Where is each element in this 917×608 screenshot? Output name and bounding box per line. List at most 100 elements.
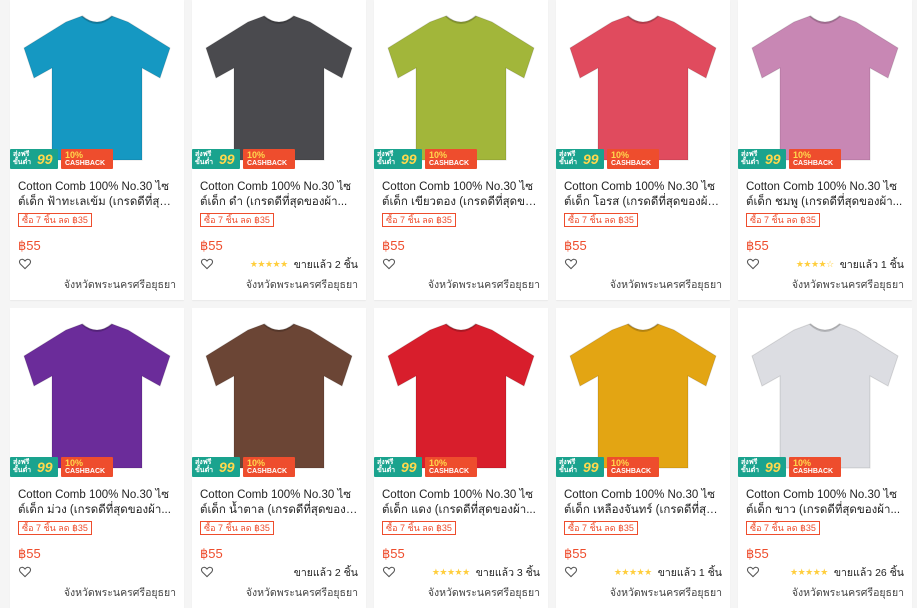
product-image[interactable]: ส่งฟรี ขั้นต่ำ 99 10% CASHBACK	[738, 0, 912, 174]
promo-badges: ส่งฟรี ขั้นต่ำ 99 10% CASHBACK	[556, 456, 659, 478]
promo-badges: ส่งฟรี ขั้นต่ำ 99 10% CASHBACK	[738, 148, 841, 170]
seller-location: จังหวัดพระนครศรีอยุธยา	[245, 279, 358, 291]
heart-outline-icon[interactable]	[200, 565, 214, 579]
product-price: ฿55	[18, 546, 41, 561]
seller-location: จังหวัดพระนครศรีอยุธยา	[791, 587, 904, 599]
rating-stars: ★★★★★	[249, 258, 288, 269]
heart-outline-icon[interactable]	[18, 565, 32, 579]
seller-location: จังหวัดพระนครศรีอยุธยา	[427, 279, 540, 291]
cashback-badge: 10% CASHBACK	[789, 149, 841, 169]
promo-badges: ส่งฟรี ขั้นต่ำ 99 10% CASHBACK	[738, 456, 841, 478]
product-card[interactable]: ส่งฟรี ขั้นต่ำ 99 10% CASHBACK Cotton Co…	[374, 0, 548, 300]
bundle-discount-tag: ซื้อ 7 ชิ้น ลด ฿35	[18, 213, 92, 227]
free-shipping-badge: ส่งฟรี ขั้นต่ำ 99	[738, 149, 786, 169]
tshirt-body	[387, 323, 535, 469]
free-shipping-badge: ส่งฟรี ขั้นต่ำ 99	[556, 457, 604, 477]
tshirt-body	[205, 323, 353, 469]
product-price: ฿55	[746, 238, 769, 253]
product-title[interactable]: Cotton Comb 100% No.30 ไซต์เด็ก ฟ้าทะเลเ…	[18, 180, 176, 210]
product-title[interactable]: Cotton Comb 100% No.30 ไซต์เด็ก ดำ (เกรด…	[200, 180, 358, 210]
product-image[interactable]: ส่งฟรี ขั้นต่ำ 99 10% CASHBACK	[10, 308, 184, 482]
product-card[interactable]: ส่งฟรี ขั้นต่ำ 99 10% CASHBACK Cotton Co…	[556, 0, 730, 300]
product-price: ฿55	[18, 238, 41, 253]
heart-outline-icon[interactable]	[382, 257, 396, 271]
product-price: ฿55	[564, 238, 587, 253]
product-image[interactable]: ส่งฟรี ขั้นต่ำ 99 10% CASHBACK	[10, 0, 184, 174]
promo-badges: ส่งฟรี ขั้นต่ำ 99 10% CASHBACK	[556, 148, 659, 170]
sold-count: ขายแล้ว 3 ชิ้น	[475, 566, 540, 579]
seller-location: จังหวัดพระนครศรีอยุธยา	[427, 587, 540, 599]
cashback-badge: 10% CASHBACK	[607, 149, 659, 169]
cashback-badge: 10% CASHBACK	[243, 457, 295, 477]
product-card[interactable]: ส่งฟรี ขั้นต่ำ 99 10% CASHBACK Cotton Co…	[192, 308, 366, 608]
product-card[interactable]: ส่งฟรี ขั้นต่ำ 99 10% CASHBACK Cotton Co…	[10, 0, 184, 300]
product-image[interactable]: ส่งฟรี ขั้นต่ำ 99 10% CASHBACK	[556, 308, 730, 482]
product-image[interactable]: ส่งฟรี ขั้นต่ำ 99 10% CASHBACK	[374, 0, 548, 174]
product-image[interactable]: ส่งฟรี ขั้นต่ำ 99 10% CASHBACK	[192, 308, 366, 482]
seller-location: จังหวัดพระนครศรีอยุธยา	[63, 587, 176, 599]
product-grid: ส่งฟรี ขั้นต่ำ 99 10% CASHBACK Cotton Co…	[10, 0, 912, 608]
product-card[interactable]: ส่งฟรี ขั้นต่ำ 99 10% CASHBACK Cotton Co…	[556, 308, 730, 608]
cashback-badge: 10% CASHBACK	[243, 149, 295, 169]
product-card[interactable]: ส่งฟรี ขั้นต่ำ 99 10% CASHBACK Cotton Co…	[374, 308, 548, 608]
promo-badges: ส่งฟรี ขั้นต่ำ 99 10% CASHBACK	[10, 456, 113, 478]
heart-outline-icon[interactable]	[382, 565, 396, 579]
heart-outline-icon[interactable]	[18, 257, 32, 271]
product-title[interactable]: Cotton Comb 100% No.30 ไซต์เด็ก แดง (เกร…	[382, 488, 540, 518]
promo-badges: ส่งฟรี ขั้นต่ำ 99 10% CASHBACK	[374, 148, 477, 170]
heart-outline-icon[interactable]	[564, 565, 578, 579]
tshirt-body	[751, 15, 899, 161]
free-shipping-badge: ส่งฟรี ขั้นต่ำ 99	[192, 149, 240, 169]
product-image[interactable]: ส่งฟรี ขั้นต่ำ 99 10% CASHBACK	[192, 0, 366, 174]
product-title[interactable]: Cotton Comb 100% No.30 ไซต์เด็ก น้ำตาล (…	[200, 488, 358, 518]
free-shipping-badge: ส่งฟรี ขั้นต่ำ 99	[374, 149, 422, 169]
bundle-discount-tag: ซื้อ 7 ชิ้น ลด ฿35	[564, 213, 638, 227]
tshirt-body	[23, 323, 171, 469]
cashback-badge: 10% CASHBACK	[425, 149, 477, 169]
rating-stars: ★★★★☆	[795, 258, 834, 269]
product-card[interactable]: ส่งฟรี ขั้นต่ำ 99 10% CASHBACK Cotton Co…	[192, 0, 366, 300]
sold-count: ขายแล้ว 1 ชิ้น	[839, 258, 904, 271]
product-card[interactable]: ส่งฟรี ขั้นต่ำ 99 10% CASHBACK Cotton Co…	[738, 0, 912, 300]
rating-stars: ★★★★★	[790, 566, 828, 577]
cashback-badge: 10% CASHBACK	[61, 457, 113, 477]
product-image[interactable]: ส่งฟรี ขั้นต่ำ 99 10% CASHBACK	[738, 308, 912, 482]
product-image[interactable]: ส่งฟรี ขั้นต่ำ 99 10% CASHBACK	[374, 308, 548, 482]
product-card[interactable]: ส่งฟรี ขั้นต่ำ 99 10% CASHBACK Cotton Co…	[10, 308, 184, 608]
product-price: ฿55	[564, 546, 587, 561]
product-title[interactable]: Cotton Comb 100% No.30 ไซต์เด็ก ชมพู (เก…	[746, 180, 904, 210]
bundle-discount-tag: ซื้อ 7 ชิ้น ลด ฿35	[746, 213, 820, 227]
seller-location: จังหวัดพระนครศรีอยุธยา	[609, 279, 722, 291]
promo-badges: ส่งฟรี ขั้นต่ำ 99 10% CASHBACK	[374, 456, 477, 478]
bundle-discount-tag: ซื้อ 7 ชิ้น ลด ฿35	[18, 521, 92, 535]
cashback-badge: 10% CASHBACK	[607, 457, 659, 477]
product-image[interactable]: ส่งฟรี ขั้นต่ำ 99 10% CASHBACK	[556, 0, 730, 174]
tshirt-body	[569, 15, 717, 161]
product-title[interactable]: Cotton Comb 100% No.30 ไซต์เด็ก โอรส (เก…	[564, 180, 722, 210]
product-title[interactable]: Cotton Comb 100% No.30 ไซต์เด็ก เขียวตอง…	[382, 180, 540, 210]
product-title[interactable]: Cotton Comb 100% No.30 ไซต์เด็ก เหลืองจั…	[564, 488, 722, 518]
heart-outline-icon[interactable]	[746, 565, 760, 579]
product-price: ฿55	[382, 238, 405, 253]
product-price: ฿55	[200, 546, 223, 561]
cashback-badge: 10% CASHBACK	[61, 149, 113, 169]
free-shipping-badge: ส่งฟรี ขั้นต่ำ 99	[10, 457, 58, 477]
tshirt-body	[205, 15, 353, 161]
product-title[interactable]: Cotton Comb 100% No.30 ไซต์เด็ก ม่วง (เก…	[18, 488, 176, 518]
free-shipping-badge: ส่งฟรี ขั้นต่ำ 99	[192, 457, 240, 477]
seller-location: จังหวัดพระนครศรีอยุธยา	[609, 587, 722, 599]
product-title[interactable]: Cotton Comb 100% No.30 ไซต์เด็ก ขาว (เกร…	[746, 488, 904, 518]
rating-stars: ★★★★★	[431, 566, 470, 577]
free-shipping-badge: ส่งฟรี ขั้นต่ำ 99	[10, 149, 58, 169]
seller-location: จังหวัดพระนครศรีอยุธยา	[63, 279, 176, 291]
promo-badges: ส่งฟรี ขั้นต่ำ 99 10% CASHBACK	[192, 148, 295, 170]
bundle-discount-tag: ซื้อ 7 ชิ้น ลด ฿35	[564, 521, 638, 535]
tshirt-body	[569, 323, 717, 469]
product-card[interactable]: ส่งฟรี ขั้นต่ำ 99 10% CASHBACK Cotton Co…	[738, 308, 912, 608]
heart-outline-icon[interactable]	[200, 257, 214, 271]
promo-badges: ส่งฟรี ขั้นต่ำ 99 10% CASHBACK	[10, 148, 113, 170]
sold-count: ขายแล้ว 2 ชิ้น	[293, 566, 358, 579]
heart-outline-icon[interactable]	[746, 257, 760, 271]
heart-outline-icon[interactable]	[564, 257, 578, 271]
free-shipping-badge: ส่งฟรี ขั้นต่ำ 99	[556, 149, 604, 169]
